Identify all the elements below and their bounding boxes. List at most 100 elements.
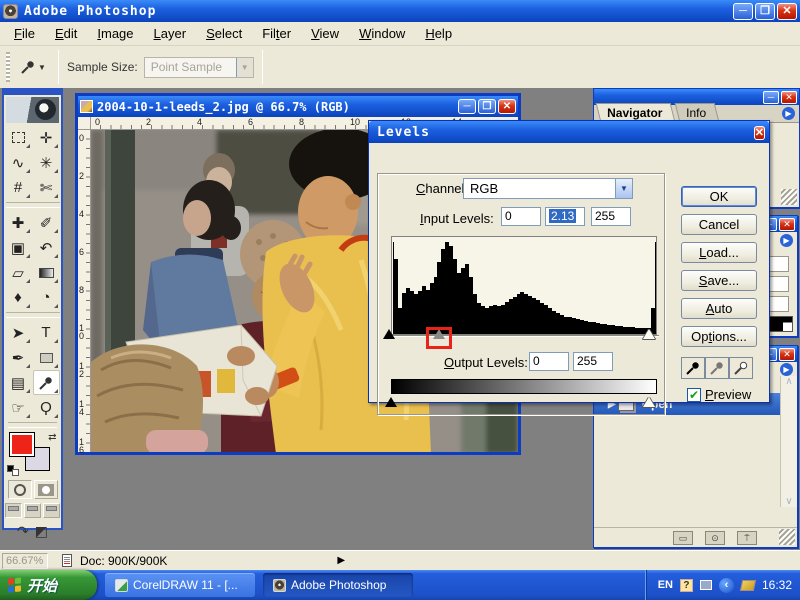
doc-close-button[interactable]: ✕ bbox=[498, 99, 516, 114]
close-button[interactable]: ✕ bbox=[777, 3, 797, 20]
navigator-resize-grip[interactable] bbox=[781, 189, 797, 205]
standard-mode-button[interactable] bbox=[8, 480, 32, 499]
tool-lasso[interactable]: ∿ bbox=[5, 150, 32, 175]
ok-button[interactable]: OK bbox=[681, 186, 757, 207]
palette-menu-icon[interactable]: ▶ bbox=[780, 234, 793, 247]
new-snapshot-button[interactable]: ⊙ bbox=[705, 531, 725, 545]
channel-select[interactable]: RGB ▼ bbox=[463, 178, 633, 199]
shadow-output-field[interactable]: 0 bbox=[529, 352, 569, 371]
highlight-output-slider[interactable] bbox=[643, 397, 655, 407]
imageready-icon[interactable]: ◩ bbox=[35, 523, 48, 540]
tool-hand[interactable]: ☞ bbox=[5, 395, 32, 420]
standard-screen-mode-button[interactable] bbox=[5, 503, 22, 518]
palette-close-button[interactable]: ✕ bbox=[781, 91, 797, 104]
history-scrollbar[interactable]: ∧ ∨ bbox=[780, 376, 797, 507]
menu-view[interactable]: View bbox=[301, 23, 349, 44]
palette-menu-icon[interactable]: ▶ bbox=[782, 107, 795, 120]
highlight-output-field[interactable]: 255 bbox=[573, 352, 613, 371]
foreground-color-swatch[interactable] bbox=[9, 432, 35, 457]
palette-close-button[interactable]: ✕ bbox=[779, 218, 795, 231]
preview-option[interactable]: ✔ Preview bbox=[687, 387, 751, 402]
cancel-button[interactable]: Cancel bbox=[681, 214, 757, 235]
hide-icons-chevron[interactable]: ‹ bbox=[719, 578, 734, 593]
eyedropper-tool-button[interactable]: ▼ bbox=[16, 53, 50, 81]
taskbar-coreldraw[interactable]: CorelDRAW 11 - [... bbox=[105, 573, 255, 597]
delete-state-button[interactable]: ⍑ bbox=[737, 531, 757, 545]
tool-crop[interactable]: # bbox=[5, 175, 32, 200]
window-tray-icon[interactable] bbox=[700, 580, 712, 590]
tool-notes[interactable]: ▤ bbox=[5, 370, 32, 395]
tool-pen[interactable]: ✒ bbox=[5, 345, 32, 370]
doc-minimize-button[interactable]: ─ bbox=[458, 99, 476, 114]
levels-close-button[interactable]: ✕ bbox=[754, 126, 765, 140]
jump-to-imageready-icon[interactable]: ↷ bbox=[17, 523, 29, 540]
photoshop-logo[interactable] bbox=[6, 97, 59, 123]
set-white-point-eyedropper[interactable] bbox=[729, 357, 753, 379]
help-tray-icon[interactable]: ? bbox=[680, 579, 693, 592]
highlight-input-slider[interactable] bbox=[643, 329, 655, 339]
tool-eyedropper[interactable] bbox=[33, 370, 60, 395]
preview-checkbox[interactable]: ✔ bbox=[687, 388, 701, 402]
options-button[interactable]: Options... bbox=[681, 326, 757, 347]
menu-window[interactable]: Window bbox=[349, 23, 415, 44]
new-document-from-state-button[interactable]: ▭ bbox=[673, 531, 693, 545]
palette-minimize-button[interactable]: ─ bbox=[763, 91, 779, 104]
ruler-number: 1 0 bbox=[79, 324, 84, 340]
menu-edit[interactable]: Edit bbox=[45, 23, 87, 44]
tool-magic-wand[interactable]: ✳ bbox=[33, 150, 60, 175]
minimize-button[interactable]: ─ bbox=[733, 3, 753, 20]
palette-menu-icon[interactable]: ▶ bbox=[780, 363, 793, 376]
tool-gradient[interactable] bbox=[33, 260, 60, 285]
taskbar-photoshop[interactable]: Adobe Photoshop bbox=[263, 573, 413, 597]
highlight-input-field[interactable]: 255 bbox=[591, 207, 631, 226]
tool-healing-brush[interactable]: ✚ bbox=[5, 210, 32, 235]
menu-file[interactable]: File bbox=[4, 23, 45, 44]
tool-zoom[interactable]: Ϙ bbox=[33, 395, 60, 420]
tool-move[interactable]: ✛ bbox=[33, 125, 60, 150]
shadow-output-slider[interactable] bbox=[385, 397, 397, 407]
zoom-level-field[interactable]: 66.67% bbox=[2, 553, 48, 569]
maximize-button[interactable]: ❐ bbox=[755, 3, 775, 20]
tool-slice[interactable]: ✄ bbox=[33, 175, 60, 200]
menu-help[interactable]: Help bbox=[415, 23, 462, 44]
midtone-input-field[interactable]: 2.13 bbox=[545, 207, 585, 226]
status-bar-menu-icon[interactable]: ▶ bbox=[337, 555, 345, 566]
menu-select[interactable]: Select bbox=[196, 23, 252, 44]
menu-image[interactable]: Image bbox=[87, 23, 143, 44]
load-button[interactable]: Load... bbox=[681, 242, 757, 263]
tool-brush[interactable]: ✐ bbox=[33, 210, 60, 235]
set-gray-point-eyedropper[interactable] bbox=[705, 357, 729, 379]
fullscreen-menubar-mode-button[interactable] bbox=[24, 503, 41, 518]
menu-layer[interactable]: Layer bbox=[144, 23, 197, 44]
tool-type[interactable]: T bbox=[33, 320, 60, 345]
tool-eraser[interactable]: ▱ bbox=[5, 260, 32, 285]
tool-clone-stamp[interactable]: ▣ bbox=[5, 235, 32, 260]
doc-restore-button[interactable]: ❐ bbox=[478, 99, 496, 114]
tool-history-brush[interactable]: ↶ bbox=[33, 235, 60, 260]
tool-path-selection[interactable]: ➤ bbox=[5, 320, 32, 345]
language-indicator[interactable]: EN bbox=[658, 579, 673, 591]
shadow-input-slider[interactable] bbox=[383, 329, 395, 339]
menu-filter[interactable]: Filter bbox=[252, 23, 301, 44]
tool-blur[interactable]: ♦ bbox=[5, 285, 32, 310]
palette-close-button[interactable]: ✕ bbox=[779, 348, 795, 361]
start-button[interactable]: 开始 bbox=[0, 570, 97, 600]
shadow-input-field[interactable]: 0 bbox=[501, 207, 541, 226]
scroll-up-icon[interactable]: ∧ bbox=[781, 376, 797, 387]
fullscreen-mode-button[interactable] bbox=[43, 503, 60, 518]
auto-button[interactable]: Auto bbox=[681, 298, 757, 319]
input-method-icon[interactable] bbox=[740, 580, 756, 591]
levels-titlebar[interactable]: Levels ✕ bbox=[369, 121, 769, 143]
tool-dodge[interactable]: ◔ bbox=[33, 285, 60, 310]
save-button[interactable]: Save... bbox=[681, 270, 757, 291]
set-black-point-eyedropper[interactable] bbox=[681, 357, 705, 379]
tool-shape[interactable] bbox=[33, 345, 60, 370]
tool-rectangular-marquee[interactable] bbox=[5, 125, 32, 150]
quick-mask-mode-button[interactable] bbox=[34, 480, 58, 499]
scroll-down-icon[interactable]: ∨ bbox=[781, 496, 797, 507]
swap-colors-icon[interactable]: ⇄ bbox=[48, 432, 56, 443]
document-titlebar[interactable]: 2004-10-1-leeds_2.jpg @ 66.7% (RGB) ─ ❐ … bbox=[78, 96, 518, 117]
options-bar-grip[interactable] bbox=[6, 52, 10, 82]
history-resize-grip[interactable] bbox=[779, 529, 795, 545]
default-colors-icon[interactable] bbox=[7, 465, 19, 476]
